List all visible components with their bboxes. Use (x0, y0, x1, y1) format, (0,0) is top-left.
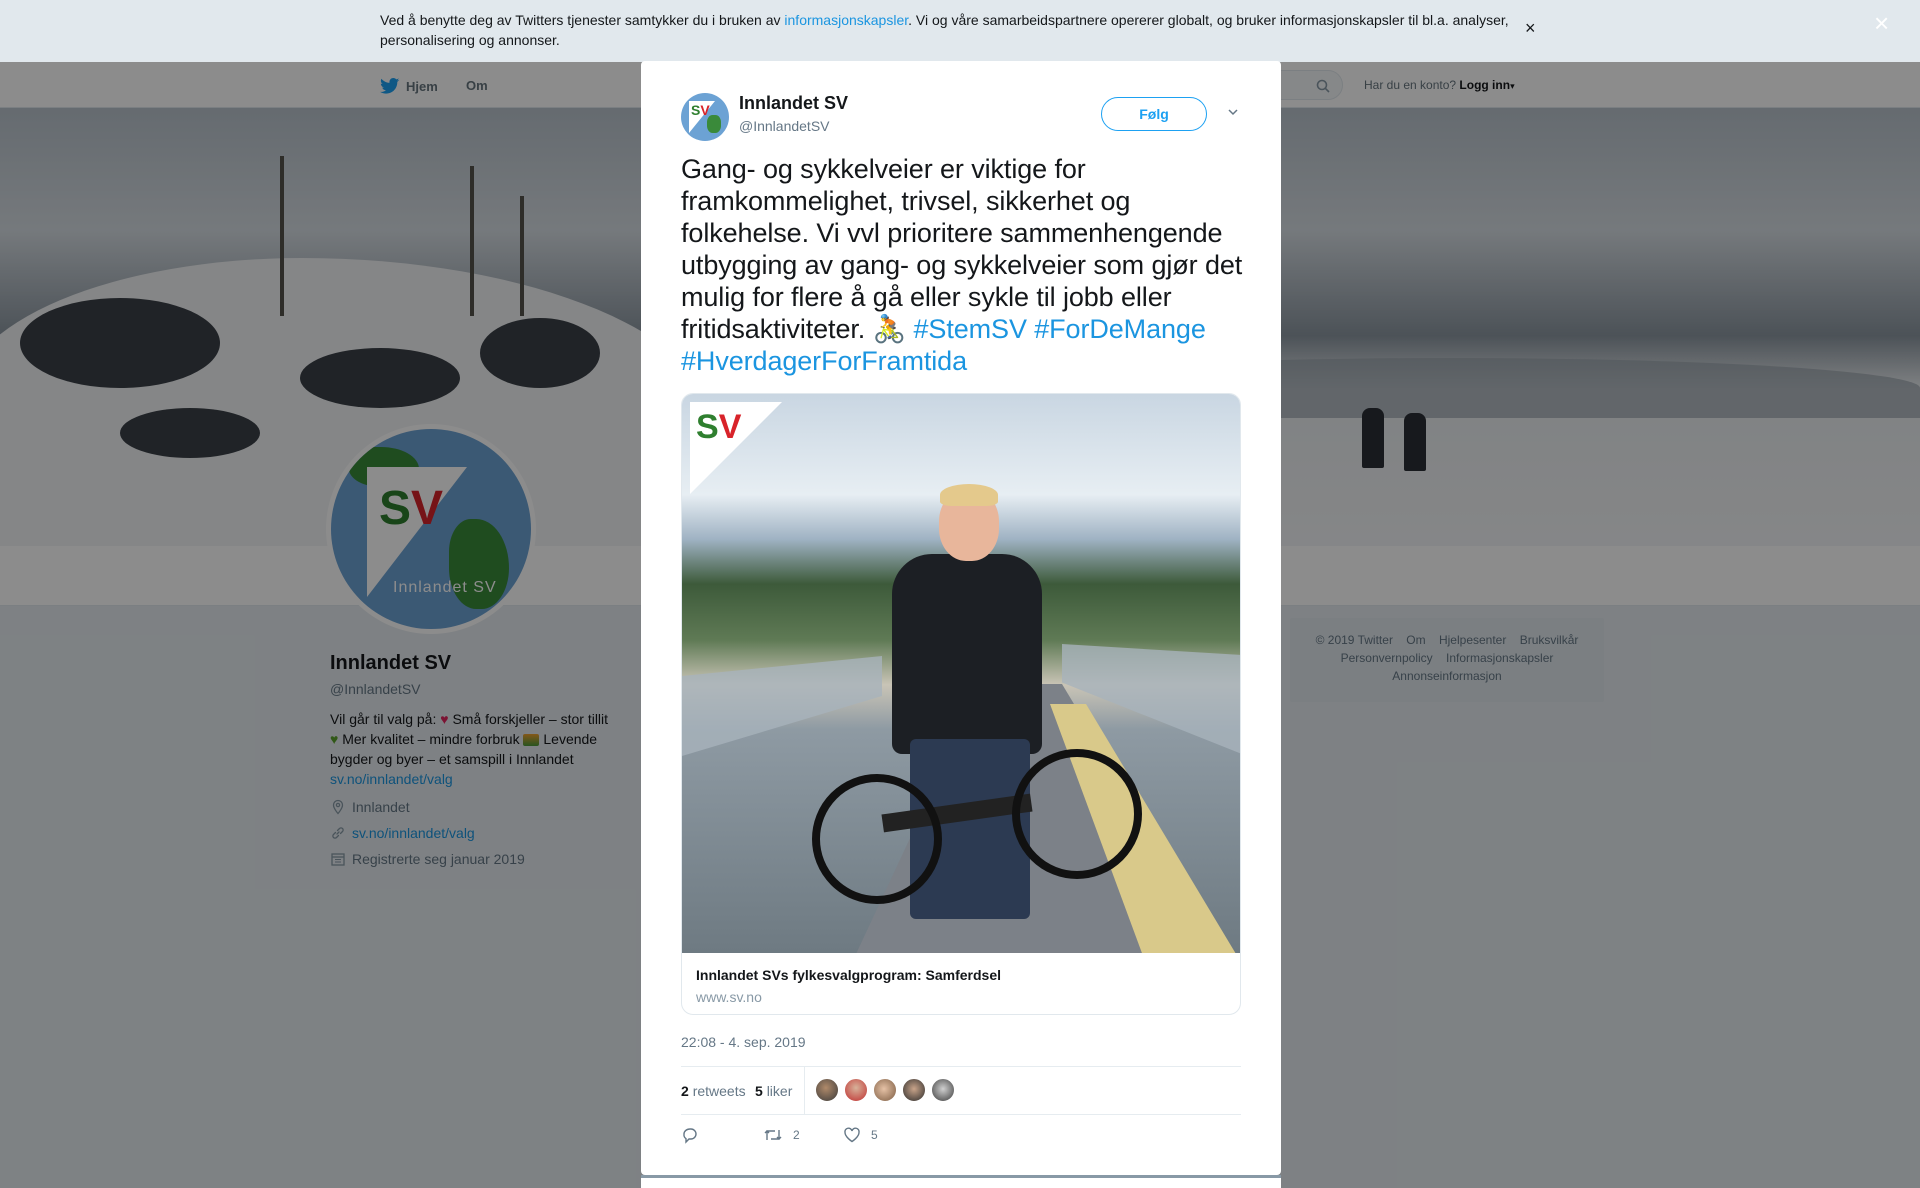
cookie-banner: Ved å benytte deg av Twitters tjenester … (0, 0, 1920, 62)
likes-stat[interactable]: 5 liker (755, 1083, 792, 1099)
tweet-text: Gang- og sykkelveier er viktige for fram… (681, 153, 1251, 377)
avatar[interactable] (844, 1078, 868, 1102)
reply-icon (683, 1128, 697, 1144)
tweet-actions: 2 5 (681, 1126, 1241, 1156)
retweet-count: 2 (793, 1128, 800, 1142)
heart-outline-icon (844, 1127, 860, 1143)
sv-logo: SV (691, 102, 710, 118)
cookie-text-part: Ved å benytte deg av Twitters tjenester … (380, 12, 785, 28)
retweets-count: 2 (681, 1083, 689, 1099)
link-card[interactable]: SV Innlandet SVs fylkesvalgprogram: Samf… (681, 393, 1241, 1015)
tweet-timestamp[interactable]: 22:08 - 4. sep. 2019 (681, 1034, 806, 1050)
avatar[interactable] (902, 1078, 926, 1102)
card-title: Innlandet SVs fylkesvalgprogram: Samferd… (696, 967, 1001, 983)
tweet-modal: SV Innlandet SV @InnlandetSV Følg Gang- … (641, 61, 1281, 1175)
retweets-label: retweets (692, 1083, 746, 1099)
like-button[interactable]: 5 (843, 1126, 878, 1144)
cookie-link[interactable]: informasjonskapsler (784, 12, 908, 28)
chevron-down-icon[interactable] (1226, 105, 1240, 119)
modal-bottom-edge (641, 1175, 1281, 1188)
likes-count: 5 (755, 1083, 763, 1099)
cookie-close-button[interactable]: × (1525, 18, 1536, 39)
avatar[interactable] (873, 1078, 897, 1102)
sv-logo-tag: SV (690, 402, 782, 494)
liker-avatars (815, 1078, 955, 1102)
retweets-stat[interactable]: 2 retweets (681, 1083, 746, 1099)
modal-close-button[interactable]: × (1874, 10, 1889, 36)
follow-button[interactable]: Følg (1101, 97, 1207, 131)
retweet-button[interactable]: 2 (763, 1126, 800, 1144)
likes-label: liker (766, 1083, 793, 1099)
card-url: www.sv.no (696, 989, 762, 1005)
tweet-author-name[interactable]: Innlandet SV (739, 93, 848, 114)
tweet-stats: 2 retweets 5 liker (681, 1066, 1241, 1115)
reply-button[interactable] (681, 1126, 699, 1144)
cookie-text: Ved å benytte deg av Twitters tjenester … (380, 10, 1520, 50)
like-count: 5 (871, 1128, 878, 1142)
avatar[interactable] (815, 1078, 839, 1102)
tweet-author-handle[interactable]: @InnlandetSV (739, 118, 830, 134)
retweet-icon (764, 1130, 782, 1140)
avatar[interactable] (931, 1078, 955, 1102)
cyclist-icon: 🚴 (872, 314, 907, 344)
card-image: SV (682, 394, 1240, 953)
tweet-author-avatar[interactable]: SV (681, 93, 729, 141)
